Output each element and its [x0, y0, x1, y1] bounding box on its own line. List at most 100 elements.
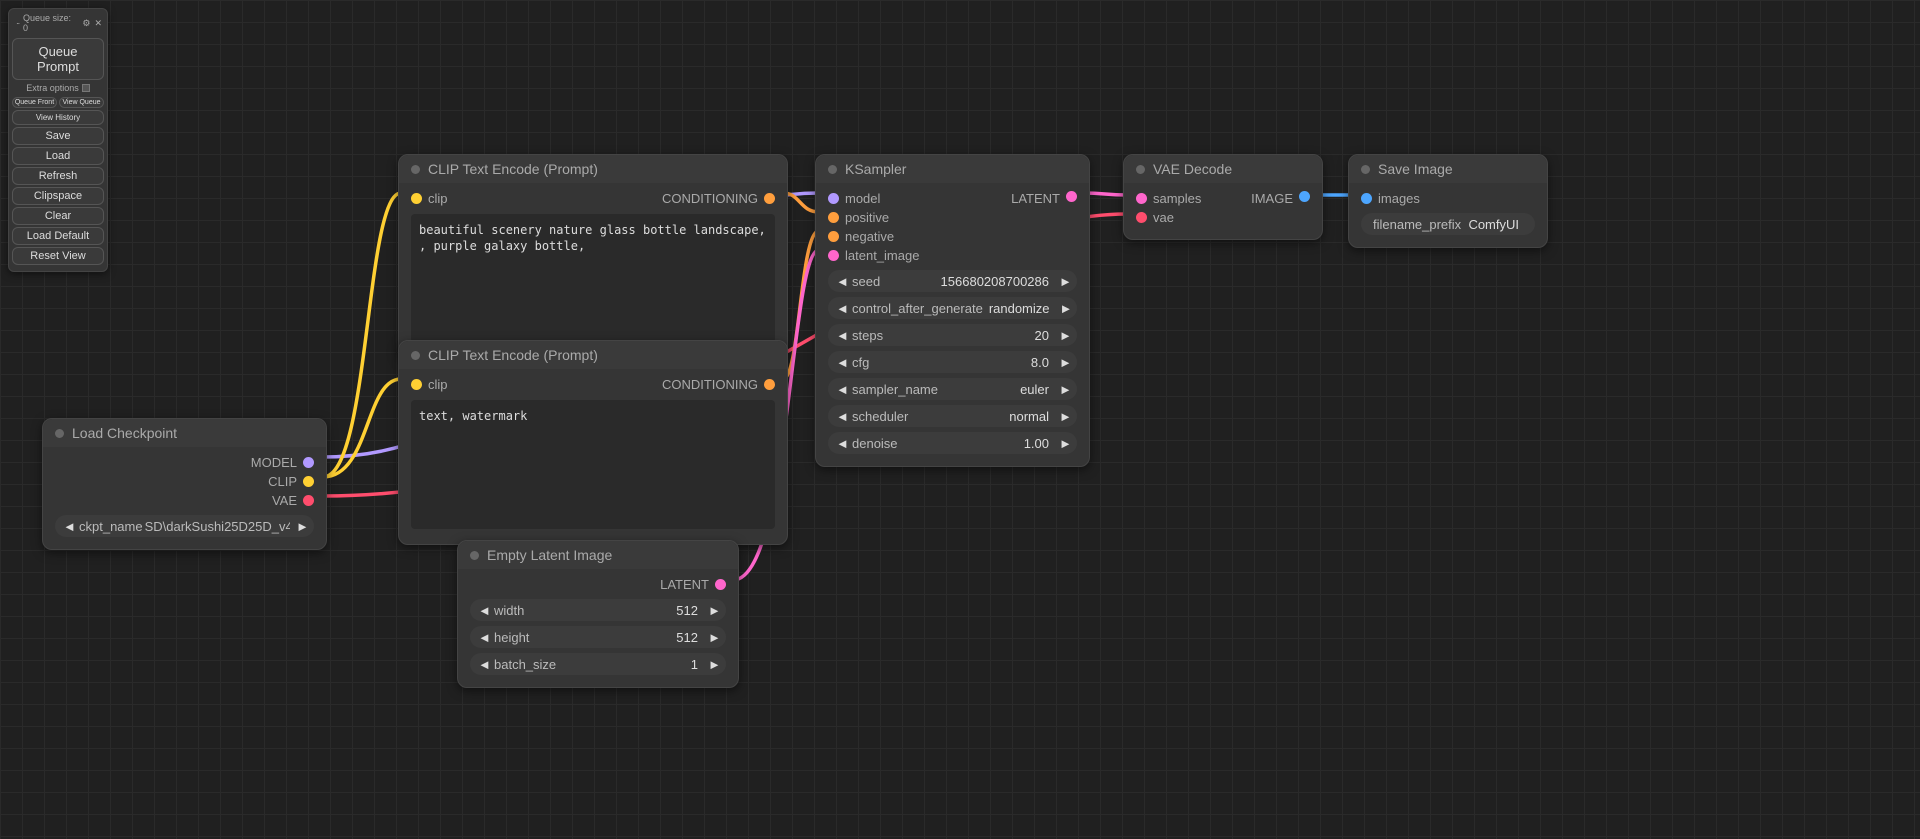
negative-prompt-input[interactable] [411, 400, 775, 529]
port-positive-in[interactable] [828, 212, 839, 223]
node-load-checkpoint[interactable]: Load Checkpoint MODEL CLIP VAE ◄ ckpt_na… [42, 418, 327, 550]
seed-param[interactable]: ◄seed156680208700286► [828, 270, 1077, 292]
height-param[interactable]: ◄height512► [470, 626, 726, 648]
denoise-param[interactable]: ◄denoise1.00► [828, 432, 1077, 454]
port-samples-in[interactable] [1136, 193, 1147, 204]
ckpt-name-selector[interactable]: ◄ ckpt_nameSD\darkSushi25D25D_v40.safete… [55, 515, 314, 537]
arrow-left-icon[interactable]: ◄ [836, 328, 846, 343]
arrow-right-icon[interactable]: ► [708, 657, 718, 672]
close-icon[interactable]: ✕ [94, 18, 102, 29]
arrow-left-icon[interactable]: ◄ [836, 355, 846, 370]
port-clip-out[interactable] [303, 476, 314, 487]
in-clip-label: clip [428, 191, 448, 206]
node-title: Load Checkpoint [72, 425, 177, 441]
node-clip-negative[interactable]: CLIP Text Encode (Prompt) clip CONDITION… [398, 340, 788, 545]
out-clip-label: CLIP [268, 474, 297, 489]
filename-prefix-param[interactable]: filename_prefix ComfyUI [1361, 213, 1535, 235]
extra-options-label: Extra options [26, 83, 79, 93]
steps-param[interactable]: ◄steps20► [828, 324, 1077, 346]
drag-handle-icon[interactable]: ∙∙ [16, 18, 19, 28]
extra-options[interactable]: Extra options [12, 82, 104, 95]
port-vae-out[interactable] [303, 495, 314, 506]
node-title: CLIP Text Encode (Prompt) [428, 347, 598, 363]
control-after-generate-param[interactable]: ◄control_after_generaterandomize► [828, 297, 1077, 319]
cfg-param[interactable]: ◄cfg8.0► [828, 351, 1077, 373]
queue-prompt-button[interactable]: Queue Prompt [12, 38, 104, 80]
out-latent-label: LATENT [1011, 191, 1060, 206]
scheduler-param[interactable]: ◄schedulernormal► [828, 405, 1077, 427]
node-save-image[interactable]: Save Image images filename_prefix ComfyU… [1348, 154, 1548, 248]
arrow-left-icon[interactable]: ◄ [63, 519, 73, 534]
arrow-left-icon[interactable]: ◄ [478, 630, 488, 645]
save-button[interactable]: Save [12, 127, 104, 145]
port-model-in[interactable] [828, 193, 839, 204]
gear-icon[interactable]: ⚙ [82, 18, 90, 29]
node-title: VAE Decode [1153, 161, 1232, 177]
arrow-right-icon[interactable]: ► [1059, 328, 1069, 343]
reset-view-button[interactable]: Reset View [12, 247, 104, 265]
port-model-out[interactable] [303, 457, 314, 468]
out-model-label: MODEL [251, 455, 297, 470]
arrow-right-icon[interactable]: ► [708, 630, 718, 645]
port-images-in[interactable] [1361, 193, 1372, 204]
arrow-right-icon[interactable]: ► [1059, 382, 1069, 397]
clear-button[interactable]: Clear [12, 207, 104, 225]
port-latent-out[interactable] [715, 579, 726, 590]
out-latent-label: LATENT [660, 577, 709, 592]
node-vae-decode[interactable]: VAE Decode samples vae IMAGE [1123, 154, 1323, 240]
node-ksampler[interactable]: KSampler model positive negative latent_… [815, 154, 1090, 467]
in-clip-label: clip [428, 377, 448, 392]
out-cond-label: CONDITIONING [662, 377, 758, 392]
arrow-left-icon[interactable]: ◄ [836, 436, 846, 451]
port-vae-in[interactable] [1136, 212, 1147, 223]
positive-prompt-input[interactable] [411, 214, 775, 343]
in-negative-label: negative [845, 229, 894, 244]
load-button[interactable]: Load [12, 147, 104, 165]
queue-front-button[interactable]: Queue Front [12, 97, 57, 108]
in-latent-label: latent_image [845, 248, 919, 263]
arrow-left-icon[interactable]: ◄ [836, 301, 846, 316]
clipspace-button[interactable]: Clipspace [12, 187, 104, 205]
arrow-right-icon[interactable]: ► [296, 519, 306, 534]
arrow-left-icon[interactable]: ◄ [836, 274, 846, 289]
port-negative-in[interactable] [828, 231, 839, 242]
arrow-left-icon[interactable]: ◄ [478, 657, 488, 672]
in-images-label: images [1378, 191, 1420, 206]
arrow-right-icon[interactable]: ► [1059, 274, 1069, 289]
port-clip-in[interactable] [411, 193, 422, 204]
arrow-left-icon[interactable]: ◄ [836, 409, 846, 424]
arrow-right-icon[interactable]: ► [1059, 409, 1069, 424]
in-samples-label: samples [1153, 191, 1201, 206]
port-cond-out[interactable] [764, 193, 775, 204]
arrow-right-icon[interactable]: ► [1060, 301, 1070, 316]
node-title: Empty Latent Image [487, 547, 612, 563]
port-latent-out[interactable] [1066, 191, 1077, 202]
arrow-left-icon[interactable]: ◄ [478, 603, 488, 618]
width-param[interactable]: ◄width512► [470, 599, 726, 621]
arrow-right-icon[interactable]: ► [708, 603, 718, 618]
node-title: KSampler [845, 161, 906, 177]
port-latent-in[interactable] [828, 250, 839, 261]
refresh-button[interactable]: Refresh [12, 167, 104, 185]
out-image-label: IMAGE [1251, 191, 1293, 206]
in-positive-label: positive [845, 210, 889, 225]
in-vae-label: vae [1153, 210, 1174, 225]
arrow-left-icon[interactable]: ◄ [836, 382, 846, 397]
port-image-out[interactable] [1299, 191, 1310, 202]
node-title: CLIP Text Encode (Prompt) [428, 161, 598, 177]
extra-options-checkbox[interactable] [82, 84, 90, 92]
node-clip-positive[interactable]: CLIP Text Encode (Prompt) clip CONDITION… [398, 154, 788, 359]
load-default-button[interactable]: Load Default [12, 227, 104, 245]
control-panel[interactable]: ∙∙ Queue size: 0 ⚙ ✕ Queue Prompt Extra … [8, 8, 108, 272]
port-clip-in[interactable] [411, 379, 422, 390]
node-title: Save Image [1378, 161, 1453, 177]
port-cond-out[interactable] [764, 379, 775, 390]
arrow-right-icon[interactable]: ► [1059, 355, 1069, 370]
view-queue-button[interactable]: View Queue [59, 97, 104, 108]
node-empty-latent[interactable]: Empty Latent Image LATENT ◄width512► ◄he… [457, 540, 739, 688]
out-vae-label: VAE [272, 493, 297, 508]
arrow-right-icon[interactable]: ► [1059, 436, 1069, 451]
batch-size-param[interactable]: ◄batch_size1► [470, 653, 726, 675]
view-history-button[interactable]: View History [12, 110, 104, 125]
sampler-name-param[interactable]: ◄sampler_nameeuler► [828, 378, 1077, 400]
